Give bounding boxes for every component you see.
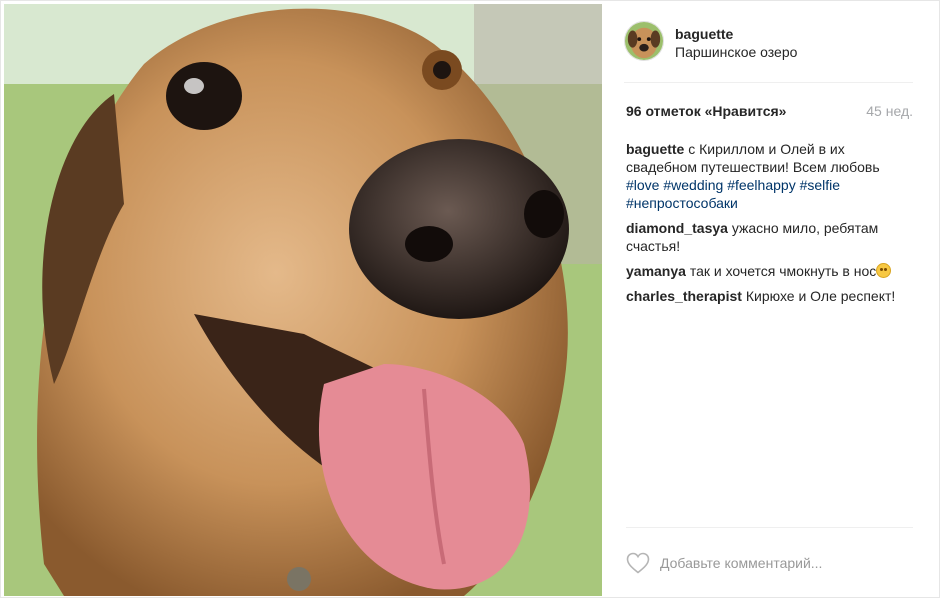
dog-avatar-image bbox=[625, 22, 663, 60]
comment-item: yamanya так и хочется чмокнуть в нос bbox=[626, 262, 913, 280]
like-button[interactable] bbox=[626, 552, 650, 574]
post-footer bbox=[626, 527, 930, 598]
hashtag-link[interactable]: #feelhappy bbox=[727, 177, 796, 193]
comments-list: baguette с Кириллом и Олей в их свадебно… bbox=[626, 140, 913, 312]
post-header: baguette Паршинское озеро bbox=[624, 21, 913, 83]
hashtag-link[interactable]: #wedding bbox=[663, 177, 723, 193]
instagram-post: baguette Паршинское озеро 96 отметок «Нр… bbox=[0, 0, 940, 598]
comment-item: charles_therapist Кирюхе и Оле респект! bbox=[626, 287, 913, 305]
comment-author-link[interactable]: diamond_tasya bbox=[626, 220, 728, 236]
post-timestamp[interactable]: 45 нед. bbox=[866, 103, 913, 119]
dog-photo-image bbox=[4, 4, 602, 596]
likes-count[interactable]: 96 отметок «Нравится» bbox=[626, 103, 786, 119]
post-location-link[interactable]: Паршинское озеро bbox=[675, 44, 797, 60]
hashtag-link[interactable]: #selfie bbox=[800, 177, 840, 193]
comment-text: так и хочется чмокнуть в нос bbox=[685, 263, 877, 279]
heart-outline-icon bbox=[626, 552, 650, 574]
comment-item: diamond_tasya ужасно мило, ребятам счаст… bbox=[626, 219, 913, 255]
comment-author-link[interactable]: charles_therapist bbox=[626, 288, 742, 304]
hashtag-link[interactable]: #love bbox=[626, 177, 659, 193]
post-photo[interactable] bbox=[4, 4, 602, 596]
blush-emoji-icon bbox=[876, 263, 892, 278]
caption-author-link[interactable]: baguette bbox=[626, 141, 684, 157]
post-author-link[interactable]: baguette bbox=[675, 26, 733, 42]
comment-author-link[interactable]: yamanya bbox=[626, 263, 686, 279]
comment-text: Кирюхе и Оле респект! bbox=[741, 288, 896, 304]
caption: baguette с Кириллом и Олей в их свадебно… bbox=[626, 140, 913, 212]
add-comment-input[interactable] bbox=[660, 552, 930, 574]
post-stats: 96 отметок «Нравится» 45 нед. bbox=[626, 103, 913, 123]
hashtag-link[interactable]: #непростособаки bbox=[626, 195, 738, 211]
post-sidebar: baguette Паршинское озеро 96 отметок «Нр… bbox=[602, 1, 940, 598]
avatar[interactable] bbox=[624, 21, 664, 61]
